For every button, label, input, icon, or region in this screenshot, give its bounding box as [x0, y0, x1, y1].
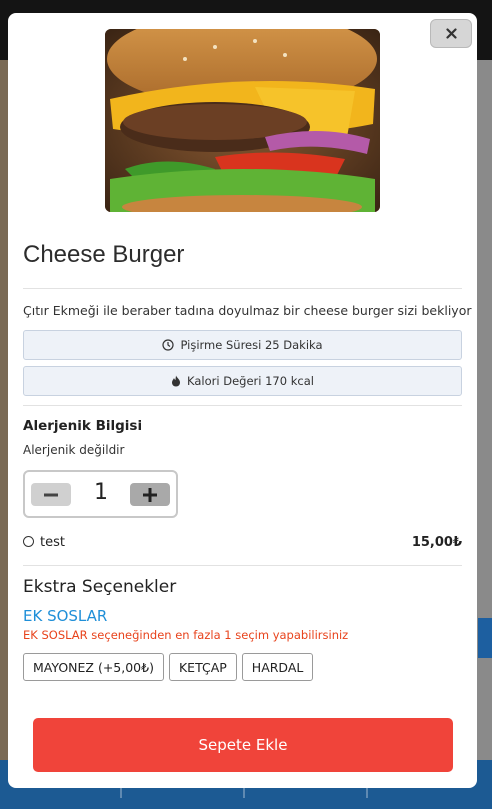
sauce-options: MAYONEZ (+5,00₺) KETÇAP HARDAL [23, 653, 314, 681]
calories-box: Kalori Değeri 170 kcal [23, 366, 462, 396]
burger-photo-icon [105, 29, 380, 212]
cook-time-text: Pişirme Süresi 25 Dakika [180, 338, 323, 352]
quantity-stepper: 1 [23, 470, 178, 518]
close-button[interactable] [430, 19, 472, 48]
calories-text: Kalori Değeri 170 kcal [187, 374, 314, 388]
product-description: Çıtır Ekmeği ile beraber tadına doyulmaz… [23, 303, 472, 318]
sauce-option-ketcap[interactable]: KETÇAP [168, 653, 237, 681]
option-label[interactable]: test [40, 535, 65, 550]
product-image [105, 29, 380, 212]
option-price: 15,00₺ [411, 535, 462, 550]
add-to-cart-button[interactable]: Sepete Ekle [33, 718, 453, 772]
sauce-option-mayonez[interactable]: MAYONEZ (+5,00₺) [23, 653, 164, 681]
option-row: test 15,00₺ [23, 535, 462, 554]
sauce-group-title: EK SOSLAR [23, 607, 108, 625]
product-title: Cheese Burger [23, 241, 185, 268]
backdrop-side-tab [478, 618, 492, 658]
decrease-quantity-button[interactable] [31, 483, 71, 506]
divider [23, 405, 462, 406]
allergen-text: Alerjenik değildir [23, 443, 125, 457]
plus-icon [143, 487, 157, 502]
extras-title: Ekstra Seçenekler [23, 577, 177, 597]
product-modal: Cheese Burger Çıtır Ekmeği ile beraber t… [8, 13, 477, 788]
cook-time-box: Pişirme Süresi 25 Dakika [23, 330, 462, 360]
sauce-group-note: EK SOSLAR seçeneğinden en fazla 1 seçim … [23, 628, 349, 642]
clock-icon [162, 339, 175, 351]
minus-icon [44, 493, 58, 496]
option-radio[interactable] [23, 536, 34, 547]
sauce-option-hardal[interactable]: HARDAL [241, 653, 314, 681]
divider [23, 565, 462, 566]
close-icon [445, 28, 457, 39]
quantity-value: 1 [94, 480, 108, 505]
fire-icon [172, 375, 181, 387]
divider [23, 288, 462, 289]
increase-quantity-button[interactable] [130, 483, 170, 506]
allergen-title: Alerjenik Bilgisi [23, 418, 143, 434]
